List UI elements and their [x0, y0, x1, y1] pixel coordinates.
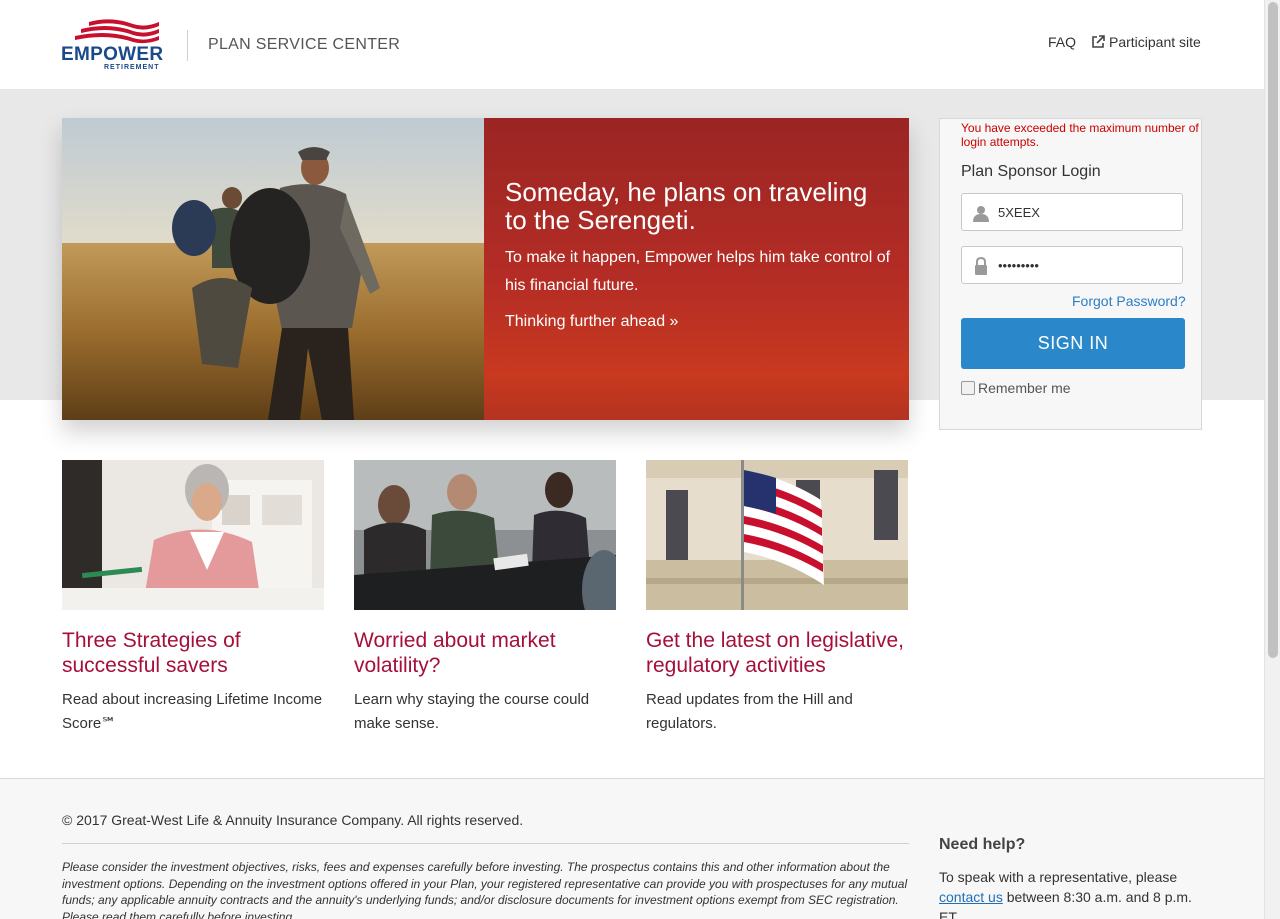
woman-at-desk-image — [62, 460, 324, 610]
article-image[interactable] — [646, 460, 908, 610]
username-field[interactable] — [961, 193, 1183, 231]
capitol-flag-image — [646, 460, 908, 610]
hero-body: To make it happen, Empower helps him tak… — [505, 249, 891, 294]
remember-me-label: Remember me — [978, 380, 1071, 396]
article-description: Read about increasing Lifetime Income Sc… — [62, 691, 323, 732]
hero-cta-link[interactable]: Thinking further ahead » — [505, 313, 678, 331]
article-card[interactable]: Worried about market volatility? Learn w… — [354, 460, 617, 732]
scrollbar-thumb[interactable] — [1268, 2, 1278, 658]
password-field[interactable] — [961, 246, 1183, 284]
hero-banner: Someday, he plans on traveling to the Se… — [62, 118, 909, 420]
article-card[interactable]: Three Strategies of successful savers Re… — [62, 460, 325, 732]
password-input[interactable] — [998, 247, 1178, 283]
site-header: EMPOWER RETIREMENT PLAN SERVICE CENTER F… — [0, 0, 1264, 90]
hikers-image — [62, 118, 486, 420]
login-title: Plan Sponsor Login — [961, 163, 1101, 180]
article-title[interactable]: Three Strategies of successful savers — [62, 628, 332, 678]
article-card[interactable]: Get the latest on legislative, regulator… — [646, 460, 909, 732]
user-icon — [973, 206, 989, 222]
footer-divider — [62, 843, 909, 844]
login-panel: You have exceeded the maximum number of … — [939, 118, 1202, 430]
login-error-message: You have exceeded the maximum number of … — [961, 121, 1199, 149]
article-title[interactable]: Get the latest on legislative, regulator… — [646, 628, 916, 678]
help-text-before: To speak with a representative, please — [939, 869, 1178, 885]
article-description: Learn why staying the course could make … — [354, 691, 590, 732]
site-footer: © 2017 Great-West Life & Annuity Insuran… — [0, 778, 1264, 919]
article-image[interactable] — [354, 460, 616, 610]
article-title[interactable]: Worried about market volatility? — [354, 628, 624, 678]
sign-in-button[interactable]: SIGN IN — [961, 318, 1185, 369]
article-image[interactable] — [62, 460, 324, 610]
article-description: Read updates from the Hill and regulator… — [646, 691, 853, 732]
site-title: PLAN SERVICE CENTER — [208, 36, 401, 53]
external-link-icon — [1092, 35, 1105, 48]
username-input[interactable] — [998, 194, 1178, 230]
hero-photo — [62, 118, 486, 420]
help-title: Need help? — [939, 836, 1026, 853]
header-divider — [187, 30, 188, 61]
faq-link[interactable]: FAQ — [1048, 34, 1076, 50]
logo-wordmark: EMPOWER — [61, 44, 164, 65]
page-scrollbar[interactable] — [1264, 0, 1280, 919]
participant-site-link[interactable]: Participant site — [1091, 34, 1201, 50]
remember-me-checkbox[interactable] — [961, 381, 975, 395]
lock-icon — [975, 257, 987, 275]
contact-us-link[interactable]: contact us — [939, 889, 1003, 905]
help-text: To speak with a representative, please c… — [939, 867, 1209, 919]
remember-me[interactable]: Remember me — [961, 380, 1071, 396]
empower-logo[interactable]: EMPOWER RETIREMENT — [61, 18, 165, 72]
flag-stripes-icon — [75, 19, 159, 44]
logo-subtext: RETIREMENT — [104, 64, 160, 71]
hero-headline: Someday, he plans on traveling to the Se… — [505, 177, 868, 235]
forgot-password-link[interactable]: Forgot Password? — [1072, 293, 1186, 309]
participant-site-label: Participant site — [1109, 34, 1201, 50]
meeting-image — [354, 460, 616, 610]
investment-disclaimer: Please consider the investment objective… — [62, 860, 908, 919]
copyright: © 2017 Great-West Life & Annuity Insuran… — [62, 812, 524, 828]
